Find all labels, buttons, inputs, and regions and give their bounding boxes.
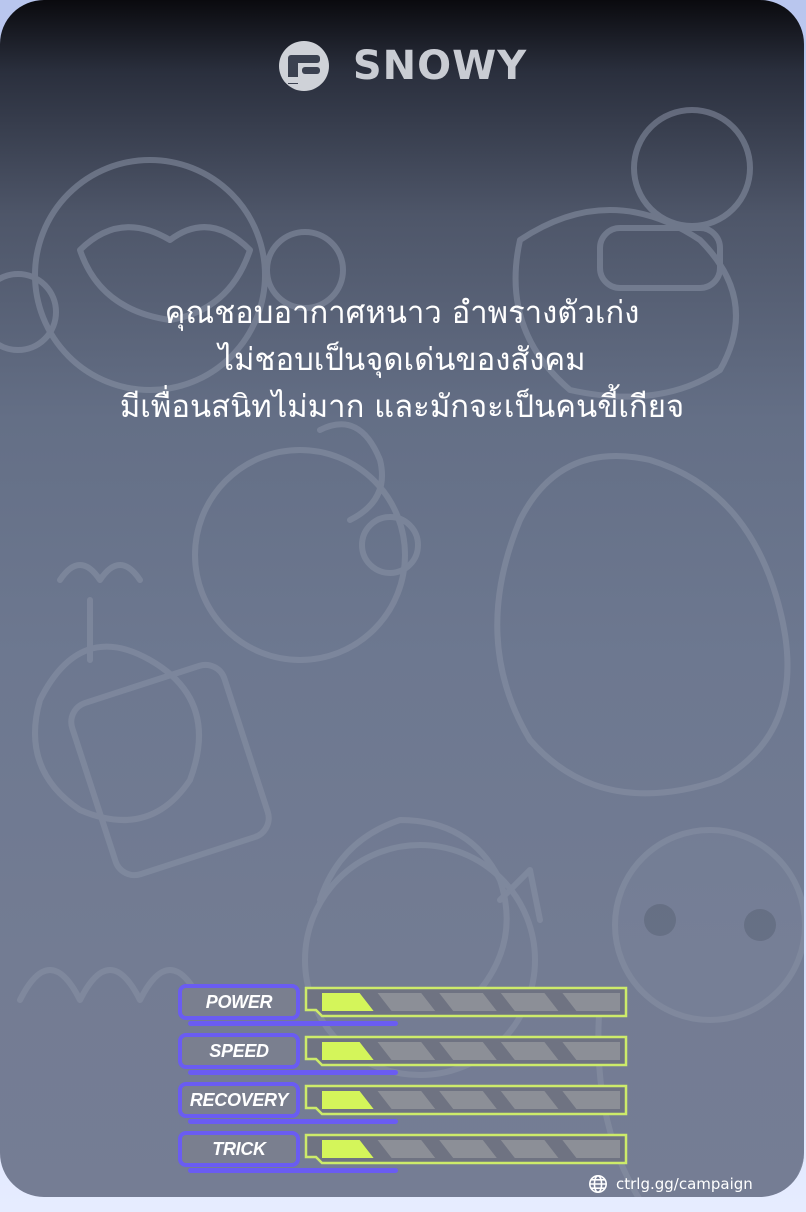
stats-panel: POWER SPEED RECOVERY TRICK [176,982,636,1178]
doodle-fringe [17,967,203,1003]
stat-label-power: POWER [205,991,273,1012]
brand-name: SNOWY [352,43,528,89]
stat-label-box: RECOVERY [178,1082,398,1124]
description-line: ไม่ชอบเป็นจุดเด่นของสังคม [218,342,586,378]
stat-row-recovery: RECOVERY [176,1080,636,1129]
brand-header: SNOWY [0,38,804,94]
stat-row-power: POWER [176,982,636,1031]
character-card: SNOWY คุณชอบอากาศหนาว อำพรางตัวเก่ง ไม่ช… [0,0,804,1197]
personality-description: คุณชอบอากาศหนาว อำพรางตัวเก่ง ไม่ชอบเป็น… [40,290,764,431]
doodle-rect-tag [68,661,272,879]
doodle-squirrel-head [192,447,408,663]
stat-bar-speed [304,1035,628,1067]
doodle-squirrel-tail [317,421,385,523]
stat-label-box: TRICK [178,1131,398,1173]
stat-label-speed: SPEED [209,1040,269,1061]
doodle-bear-ear [631,107,753,229]
campaign-link[interactable]: ctrlg.gg/campaign [588,1172,753,1196]
stat-bar-trick [304,1133,628,1165]
doodle-bunny-body [494,453,791,797]
campaign-url[interactable]: ctrlg.gg/campaign [616,1175,753,1193]
stat-row-trick: TRICK [176,1129,636,1178]
stat-bar-recovery [304,1084,628,1116]
stat-row-speed: SPEED [176,1031,636,1080]
stat-label-box: POWER [178,984,398,1026]
stat-label-box: SPEED [178,1033,398,1075]
globe-icon [589,1175,607,1193]
doodle-ghost-eye-right [744,909,776,941]
description-line: มีเพื่อนสนิทไม่มาก และมักจะเป็นคนขี้เกีย… [119,389,685,425]
doodle-ghost-eye-left [644,904,676,936]
stat-bar-power [304,986,628,1018]
stat-label-recovery: RECOVERY [189,1089,289,1110]
description-line: คุณชอบอากาศหนาว อำพรางตัวเก่ง [164,295,640,331]
f-monogram-icon [278,41,329,91]
doodle-bear-glasses [597,225,723,291]
stat-label-trick: TRICK [212,1138,266,1159]
doodle-squirrel-ear [359,514,421,576]
